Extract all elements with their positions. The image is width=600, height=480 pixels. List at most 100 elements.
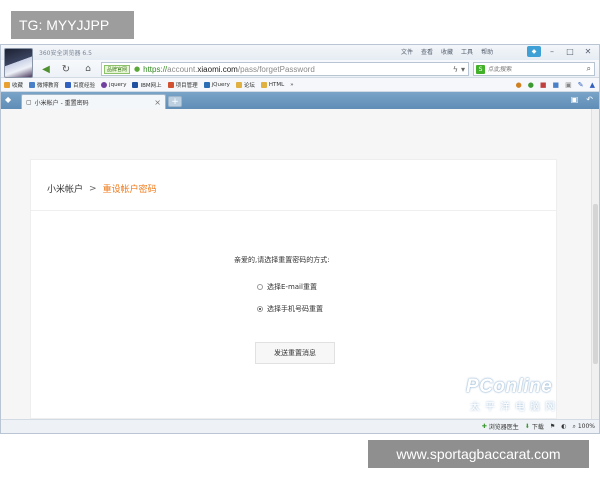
extension-icon[interactable]: ●: [516, 81, 522, 89]
flag-icon[interactable]: ⚑: [550, 423, 555, 430]
extension-icon[interactable]: ▣: [565, 81, 572, 89]
tab-active[interactable]: ▢ 小米帐户 - 重置密码 ×: [21, 94, 166, 109]
status-bar: ✚ 浏览器医生 ⬇ 下载 ⚑ ◐ ⌕ 100%: [1, 419, 599, 433]
bookmark-item[interactable]: 百度经验: [65, 81, 95, 89]
page-icon: ▢: [26, 98, 32, 106]
watermark-brand: PConline: [466, 376, 553, 397]
page-icon: [29, 81, 36, 88]
folder-icon: [4, 81, 10, 88]
menu-file[interactable]: 文件: [401, 47, 413, 56]
folder-icon: [260, 81, 267, 88]
minimize-icon[interactable]: –: [545, 46, 559, 57]
refresh-icon[interactable]: ↻: [59, 63, 73, 75]
url-scheme: https://: [143, 64, 168, 74]
jquery-icon: [101, 81, 108, 88]
title-menu: 文件 查看 收藏 工具 帮助: [401, 47, 493, 56]
tab-bar: ◆ ▢ 小米帐户 - 重置密码 × + ▣ ↶: [1, 92, 599, 109]
breadcrumb: 小米帐户 > 重设帐户密码: [47, 182, 157, 196]
bookmark-item[interactable]: jquery: [101, 81, 126, 88]
bookmark-item[interactable]: IBM网上: [132, 81, 162, 89]
bookmarks-bar: 收藏 微博教育 百度经验 jquery IBM网上 项目管理 jQuery 论坛…: [1, 78, 599, 92]
tab-label: 小米帐户 - 重置密码: [34, 99, 89, 107]
lightning-icon[interactable]: ϟ: [453, 65, 458, 74]
extension-icon[interactable]: ●: [528, 81, 534, 89]
title-bar: 360安全浏览器 6.5 文件 查看 收藏 工具 帮助 ◆ – □ ✕: [1, 45, 599, 60]
radio-phone[interactable]: [257, 306, 263, 312]
url-host-pre: account.: [167, 64, 198, 74]
bookmark-item[interactable]: 项目管理: [167, 81, 198, 89]
tab-list-icon[interactable]: ▣: [571, 95, 579, 104]
secure-badge[interactable]: 品牌官网: [104, 64, 131, 74]
tabbar-actions: ▣ ↶: [571, 95, 593, 104]
undo-close-icon[interactable]: ↶: [586, 95, 593, 104]
scroll-thumb[interactable]: [593, 204, 598, 364]
site-overlay: www.sportagbaccarat.com: [368, 440, 589, 468]
bookmark-item[interactable]: HTML: [260, 81, 284, 88]
option-phone[interactable]: 选择手机号码重置: [257, 304, 323, 314]
divider: [31, 210, 556, 211]
project-icon: [167, 81, 174, 88]
back-icon[interactable]: ◀: [39, 63, 53, 75]
url-path: /pass/forgetPassword: [237, 64, 315, 74]
reset-prompt: 亲爱的,请选择重置密码的方式:: [234, 256, 330, 264]
more-bookmarks-icon[interactable]: »: [290, 82, 293, 88]
breadcrumb-current: 重设帐户密码: [102, 185, 157, 195]
folder-icon: [235, 81, 242, 88]
jquery-icon: [203, 81, 210, 88]
ibm-icon: [132, 81, 139, 88]
home-icon[interactable]: ⌂: [81, 63, 95, 75]
bookmark-item[interactable]: jQuery: [203, 81, 230, 88]
search-box: S ⌕: [473, 62, 595, 76]
tag-overlay: TG: MYYJJPP: [11, 11, 134, 39]
watermark-sub: 太平洋电脑网: [470, 402, 560, 413]
address-actions: ϟ ▾: [453, 65, 468, 74]
option-email-label: 选择E-mail重置: [267, 283, 317, 291]
menu-tools[interactable]: 工具: [461, 47, 473, 56]
search-engine-icon[interactable]: S: [476, 64, 485, 74]
chevron-down-icon[interactable]: ▾: [461, 65, 465, 74]
window-controls: ◆ – □ ✕: [527, 46, 595, 57]
maximize-icon[interactable]: □: [563, 46, 577, 57]
sound-icon[interactable]: ◐: [561, 423, 566, 430]
extension-icon[interactable]: ▲: [590, 81, 595, 89]
download-status[interactable]: ⬇ 下载: [525, 422, 544, 431]
close-icon[interactable]: ×: [154, 98, 161, 107]
avatar[interactable]: [4, 48, 33, 78]
sidebar-toggle-icon[interactable]: ◆: [5, 95, 11, 104]
app-title: 360安全浏览器 6.5: [39, 50, 92, 57]
address-bar[interactable]: 品牌官网 ● https://account.xiaomi.com/pass/f…: [101, 62, 469, 76]
page-content: 小米帐户 > 重设帐户密码 亲爱的,请选择重置密码的方式: 选择E-mail重置…: [1, 109, 599, 419]
bookmark-item[interactable]: 收藏: [4, 81, 23, 89]
bookmark-item[interactable]: 微博教育: [29, 81, 59, 89]
extension-icon[interactable]: ✎: [578, 81, 584, 89]
toolbar-extensions: ● ● ■ ■ ▣ ✎ ▲: [516, 81, 599, 89]
baidu-icon: [65, 81, 72, 88]
search-input[interactable]: [488, 65, 576, 73]
zoom-control[interactable]: ⌕ 100%: [572, 423, 595, 431]
doctor-icon: ✚: [481, 423, 487, 430]
close-icon[interactable]: ✕: [581, 46, 595, 57]
breadcrumb-separator: >: [89, 183, 97, 194]
extension-icon[interactable]: ■: [540, 81, 547, 89]
send-reset-button[interactable]: 发送重置消息: [255, 342, 335, 364]
menu-help[interactable]: 帮助: [481, 47, 493, 56]
scrollbar[interactable]: [591, 109, 599, 419]
option-phone-label: 选择手机号码重置: [267, 305, 323, 313]
new-tab-button[interactable]: +: [168, 96, 182, 107]
browser-doctor[interactable]: ✚ 浏览器医生: [482, 422, 519, 431]
nav-bar: ◀ ↻ ⌂ 品牌官网 ● https://account.xiaomi.com/…: [1, 60, 599, 78]
breadcrumb-root[interactable]: 小米帐户: [47, 182, 83, 195]
option-email[interactable]: 选择E-mail重置: [257, 282, 317, 292]
lock-icon: ●: [134, 65, 141, 73]
url-host: xiaomi.com: [197, 64, 238, 74]
bookmark-item[interactable]: 论坛: [235, 81, 255, 89]
download-icon: ⬇: [524, 423, 530, 430]
menu-favorites[interactable]: 收藏: [441, 47, 453, 56]
extension-icon[interactable]: ■: [552, 81, 559, 89]
search-icon[interactable]: ⌕: [587, 64, 591, 74]
zoom-icon: ⌕: [572, 422, 576, 430]
url-text[interactable]: https://account.xiaomi.com/pass/forgetPa…: [143, 65, 315, 74]
menu-view[interactable]: 查看: [421, 47, 433, 56]
skin-icon[interactable]: ◆: [527, 46, 541, 57]
radio-email[interactable]: [257, 284, 263, 290]
